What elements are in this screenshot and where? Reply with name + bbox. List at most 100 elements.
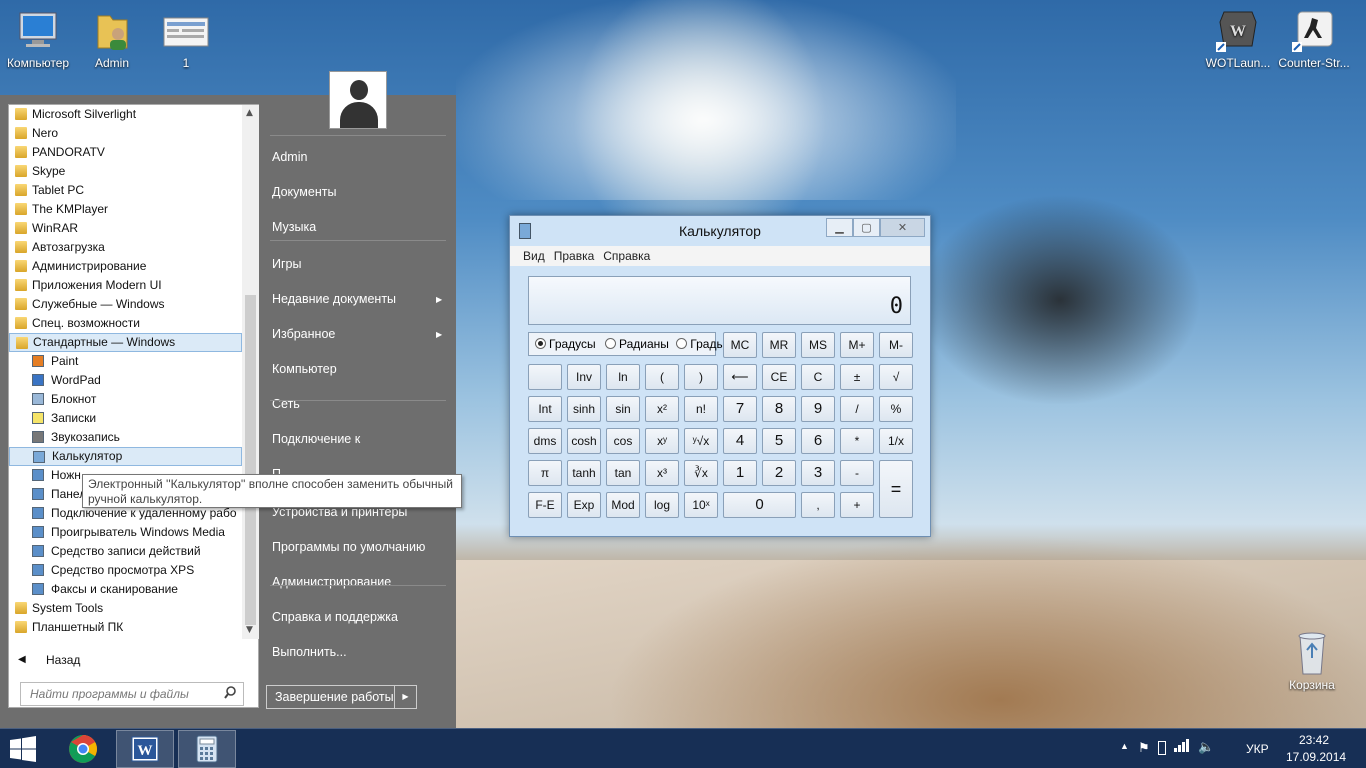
start-menu-link[interactable]: Администрирование	[272, 575, 391, 589]
start-menu-link[interactable]: Программы по умолчанию	[272, 540, 425, 554]
show-hidden-icons-icon[interactable]: ▲	[1120, 741, 1129, 751]
memory-button[interactable]: M-	[879, 332, 913, 358]
programs-scrollbar[interactable]: ▲ ▼	[242, 105, 259, 639]
search-input[interactable]: Найти программы и файлы	[20, 682, 244, 706]
memory-button[interactable]: M+	[840, 332, 874, 358]
start-menu-link[interactable]: Недавние документы ▶	[272, 292, 442, 306]
calculator-key[interactable]: 9	[801, 396, 835, 422]
minimize-button[interactable]: ▁	[826, 218, 853, 237]
battery-icon[interactable]	[1158, 741, 1166, 755]
program-item[interactable]: WordPad	[9, 371, 242, 390]
menu-edit[interactable]: Правка	[554, 246, 595, 266]
calculator-key[interactable]: cos	[606, 428, 640, 454]
radio-grads[interactable]: Грады	[676, 337, 725, 351]
calculator-key[interactable]: 8	[762, 396, 796, 422]
calculator-key[interactable]: *	[840, 428, 874, 454]
program-item[interactable]: PANDORATV	[9, 143, 242, 162]
start-menu-link[interactable]: Документы	[272, 185, 336, 199]
calculator-key[interactable]: 3	[801, 460, 835, 486]
calculator-key[interactable]: C	[801, 364, 835, 390]
program-item[interactable]: WinRAR	[9, 219, 242, 238]
calculator-key[interactable]: ±	[840, 364, 874, 390]
program-item[interactable]: Блокнот	[9, 390, 242, 409]
taskbar-chrome[interactable]	[54, 730, 112, 768]
calculator-key[interactable]: ,	[801, 492, 835, 518]
program-item[interactable]: Калькулятор	[9, 447, 242, 466]
calculator-key[interactable]: dms	[528, 428, 562, 454]
program-item[interactable]: System Tools	[9, 599, 242, 618]
calculator-key[interactable]: Int	[528, 396, 562, 422]
calculator-key[interactable]: x³	[645, 460, 679, 486]
calculator-key[interactable]: (	[645, 364, 679, 390]
calculator-key[interactable]: π	[528, 460, 562, 486]
program-item[interactable]: Спец. возможности	[9, 314, 242, 333]
calculator-key[interactable]: 1/x	[879, 428, 913, 454]
calculator-key[interactable]: %	[879, 396, 913, 422]
calculator-key[interactable]: -	[840, 460, 874, 486]
start-menu-link[interactable]: Справка и поддержка	[272, 610, 398, 624]
program-item[interactable]: Стандартные — Windows	[9, 333, 242, 352]
start-menu-link[interactable]: Избранное ▶	[272, 327, 442, 341]
calculator-key[interactable]: n!	[684, 396, 718, 422]
radio-degrees[interactable]: Градусы	[535, 337, 596, 351]
program-item[interactable]: Звукозапись	[9, 428, 242, 447]
calculator-key[interactable]: 6	[801, 428, 835, 454]
desktop-icon-1[interactable]: 1	[148, 8, 224, 70]
clock-time[interactable]: 23:42	[1299, 733, 1329, 747]
calculator-key[interactable]: cosh	[567, 428, 601, 454]
desktop-icon-counter-strike[interactable]: Counter-Str...	[1276, 8, 1352, 70]
program-item[interactable]: Служебные — Windows	[9, 295, 242, 314]
start-menu-link[interactable]: Подключение к	[272, 432, 360, 446]
start-menu-link[interactable]: Admin	[272, 150, 307, 164]
program-item[interactable]: Записки	[9, 409, 242, 428]
desktop-icon-computer[interactable]: Компьютер	[0, 8, 76, 70]
calculator-key[interactable]: tanh	[567, 460, 601, 486]
signal-icon[interactable]	[1174, 737, 1190, 756]
program-item[interactable]: Nero	[9, 124, 242, 143]
program-item[interactable]: Приложения Modern UI	[9, 276, 242, 295]
program-item[interactable]: Автозагрузка	[9, 238, 242, 257]
program-item[interactable]: Skype	[9, 162, 242, 181]
calculator-key[interactable]: F-E	[528, 492, 562, 518]
calculator-key[interactable]: 10ˣ	[684, 492, 718, 518]
memory-button[interactable]: MR	[762, 332, 796, 358]
calculator-key[interactable]: log	[645, 492, 679, 518]
taskbar-word[interactable]: W	[116, 730, 174, 768]
user-avatar[interactable]	[329, 71, 387, 129]
program-item[interactable]: Microsoft Silverlight	[9, 105, 242, 124]
calculator-key[interactable]: sin	[606, 396, 640, 422]
calculator-key[interactable]: ln	[606, 364, 640, 390]
menu-help[interactable]: Справка	[603, 246, 650, 266]
program-item[interactable]: Планшетный ПК	[9, 618, 242, 637]
memory-button[interactable]: MC	[723, 332, 757, 358]
program-item[interactable]: Проигрыватель Windows Media	[9, 523, 242, 542]
start-menu-link[interactable]: Музыка	[272, 220, 316, 234]
program-item[interactable]: Paint	[9, 352, 242, 371]
calculator-key[interactable]: ʸ√x	[684, 428, 718, 454]
shutdown-options-arrow-icon[interactable]: ▶	[394, 685, 417, 709]
program-item[interactable]: Tablet PC	[9, 181, 242, 200]
menu-view[interactable]: Вид	[523, 246, 545, 266]
program-item[interactable]: Администрирование	[9, 257, 242, 276]
calculator-key[interactable]: Exp	[567, 492, 601, 518]
calculator-key[interactable]: 7	[723, 396, 757, 422]
calculator-key[interactable]: CE	[762, 364, 796, 390]
language-indicator[interactable]: УКР	[1246, 742, 1269, 756]
calculator-key[interactable]: tan	[606, 460, 640, 486]
maximize-button[interactable]: ▢	[853, 218, 880, 237]
start-menu-link[interactable]: Выполнить...	[272, 645, 347, 659]
clock-date[interactable]: 17.09.2014	[1286, 750, 1346, 764]
desktop-icon-admin[interactable]: Admin	[74, 8, 150, 70]
start-menu-link[interactable]: Игры	[272, 257, 301, 271]
calculator-key[interactable]: 5	[762, 428, 796, 454]
memory-button[interactable]: MS	[801, 332, 835, 358]
calculator-key[interactable]: 4	[723, 428, 757, 454]
program-item[interactable]: Средство просмотра XPS	[9, 561, 242, 580]
program-item[interactable]: The KMPlayer	[9, 200, 242, 219]
start-button[interactable]	[0, 730, 46, 768]
calculator-key[interactable]: sinh	[567, 396, 601, 422]
calculator-key[interactable]: /	[840, 396, 874, 422]
start-menu-link[interactable]: Компьютер	[272, 362, 337, 376]
calculator-key[interactable]: √	[879, 364, 913, 390]
calculator-key[interactable]: 2	[762, 460, 796, 486]
